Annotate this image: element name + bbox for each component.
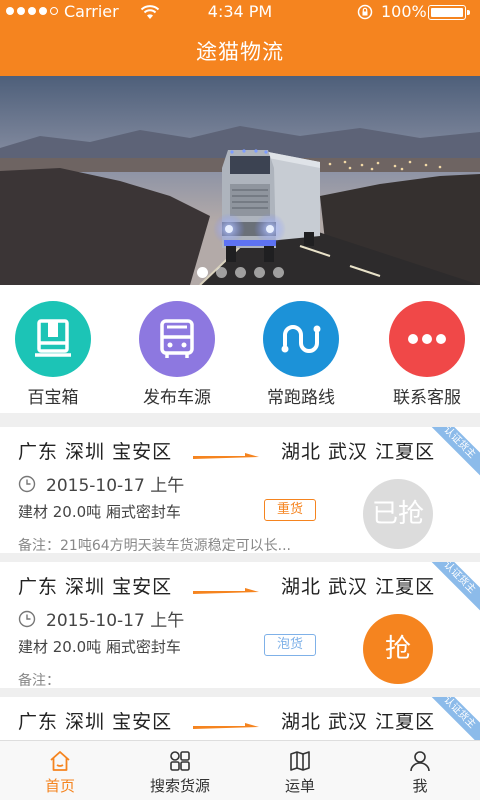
page-title: 途猫物流 bbox=[196, 40, 284, 64]
cargo-card[interactable]: 广东 深圳 宝安区 湖北 武汉 江夏区 2015-10-17 上午 建材 20.… bbox=[0, 562, 480, 688]
pager-dot[interactable] bbox=[253, 267, 265, 278]
grabbed-button[interactable]: 已抢 bbox=[363, 479, 433, 549]
clock-icon bbox=[18, 610, 36, 627]
bottom-tab-bar: 首页 搜索货源 运单 我 bbox=[0, 740, 480, 800]
app-screen: Carrier 4:34 PM 100% 途猫物流 百宝箱 发布车源 常跑路线 … bbox=[0, 0, 480, 800]
origin-location: 广东 深圳 宝安区 bbox=[18, 576, 173, 598]
clock-icon bbox=[18, 475, 36, 492]
cargo-type-badge: 泡货 bbox=[264, 634, 316, 656]
banner-carousel[interactable] bbox=[0, 76, 480, 285]
app-header: 途猫物流 bbox=[0, 24, 480, 76]
route-arrow-icon bbox=[193, 453, 259, 459]
route-arrow-icon bbox=[193, 723, 259, 729]
remarks: 备注： bbox=[18, 673, 60, 688]
quick-item-label: 联系客服 bbox=[393, 388, 461, 408]
cargo-card[interactable]: 广东 深圳 宝安区 湖北 武汉 江夏区 认证货主 bbox=[0, 697, 480, 740]
cargo-list: 广东 深圳 宝安区 湖北 武汉 江夏区 2015-10-17 上午 建材 20.… bbox=[0, 413, 480, 740]
bus-icon bbox=[139, 301, 215, 377]
origin-location: 广东 深圳 宝安区 bbox=[18, 441, 173, 463]
grid-icon bbox=[170, 751, 190, 771]
quick-item-customer-service[interactable]: 联系客服 bbox=[372, 301, 480, 408]
banner-pager[interactable] bbox=[0, 267, 480, 278]
status-bar: Carrier 4:34 PM 100% bbox=[0, 0, 480, 24]
tab-label: 运单 bbox=[284, 777, 315, 795]
battery-percent: 100% bbox=[381, 2, 427, 21]
quick-item-toolbox[interactable]: 百宝箱 bbox=[0, 301, 108, 408]
tab-home[interactable]: 首页 bbox=[0, 741, 120, 800]
quick-item-post-vehicle[interactable]: 发布车源 bbox=[122, 301, 232, 408]
tab-label: 首页 bbox=[44, 777, 75, 795]
pager-dot[interactable] bbox=[196, 267, 208, 278]
more-icon bbox=[389, 301, 465, 377]
load-date-row: 2015-10-17 上午 bbox=[18, 606, 184, 631]
tab-label: 我 bbox=[412, 777, 428, 795]
remarks: 备注：21吨64方明天装车货源稳定可以长... bbox=[18, 538, 291, 553]
pager-dot[interactable] bbox=[234, 267, 246, 278]
route-icon bbox=[263, 301, 339, 377]
origin-location: 广东 深圳 宝安区 bbox=[18, 711, 173, 733]
quick-item-regular-routes[interactable]: 常跑路线 bbox=[246, 301, 356, 408]
person-icon bbox=[410, 751, 430, 772]
grab-order-button[interactable]: 抢 bbox=[363, 614, 433, 684]
load-date: 2015-10-17 上午 bbox=[46, 476, 185, 496]
rotation-lock-icon bbox=[357, 4, 373, 20]
battery-icon bbox=[428, 5, 470, 20]
tab-profile[interactable]: 我 bbox=[360, 741, 480, 800]
quick-item-label: 常跑路线 bbox=[267, 388, 335, 408]
cargo-card[interactable]: 广东 深圳 宝安区 湖北 武汉 江夏区 2015-10-17 上午 建材 20.… bbox=[0, 427, 480, 553]
quick-item-label: 百宝箱 bbox=[27, 388, 79, 408]
box-icon bbox=[15, 301, 91, 377]
truck-banner-image bbox=[0, 76, 480, 285]
load-date-row: 2015-10-17 上午 bbox=[18, 471, 184, 496]
pager-dot[interactable] bbox=[215, 267, 227, 278]
destination-location: 湖北 武汉 江夏区 bbox=[281, 576, 436, 598]
destination-location: 湖北 武汉 江夏区 bbox=[281, 711, 436, 733]
quick-item-label: 发布车源 bbox=[143, 388, 211, 408]
destination-location: 湖北 武汉 江夏区 bbox=[281, 441, 436, 463]
home-icon bbox=[50, 751, 70, 771]
goods-info: 建材 20.0吨 厢式密封车 bbox=[18, 503, 181, 521]
route-arrow-icon bbox=[193, 588, 259, 594]
tab-label: 搜索货源 bbox=[149, 777, 210, 795]
quick-menu: 百宝箱 发布车源 常跑路线 联系客服 bbox=[0, 285, 480, 413]
goods-info: 建材 20.0吨 厢式密封车 bbox=[18, 638, 181, 656]
pager-dot[interactable] bbox=[272, 267, 284, 278]
load-date: 2015-10-17 上午 bbox=[46, 611, 185, 631]
tab-search-cargo[interactable]: 搜索货源 bbox=[120, 741, 240, 800]
map-icon bbox=[290, 751, 310, 771]
tab-waybills[interactable]: 运单 bbox=[240, 741, 360, 800]
cargo-type-badge: 重货 bbox=[264, 499, 316, 521]
